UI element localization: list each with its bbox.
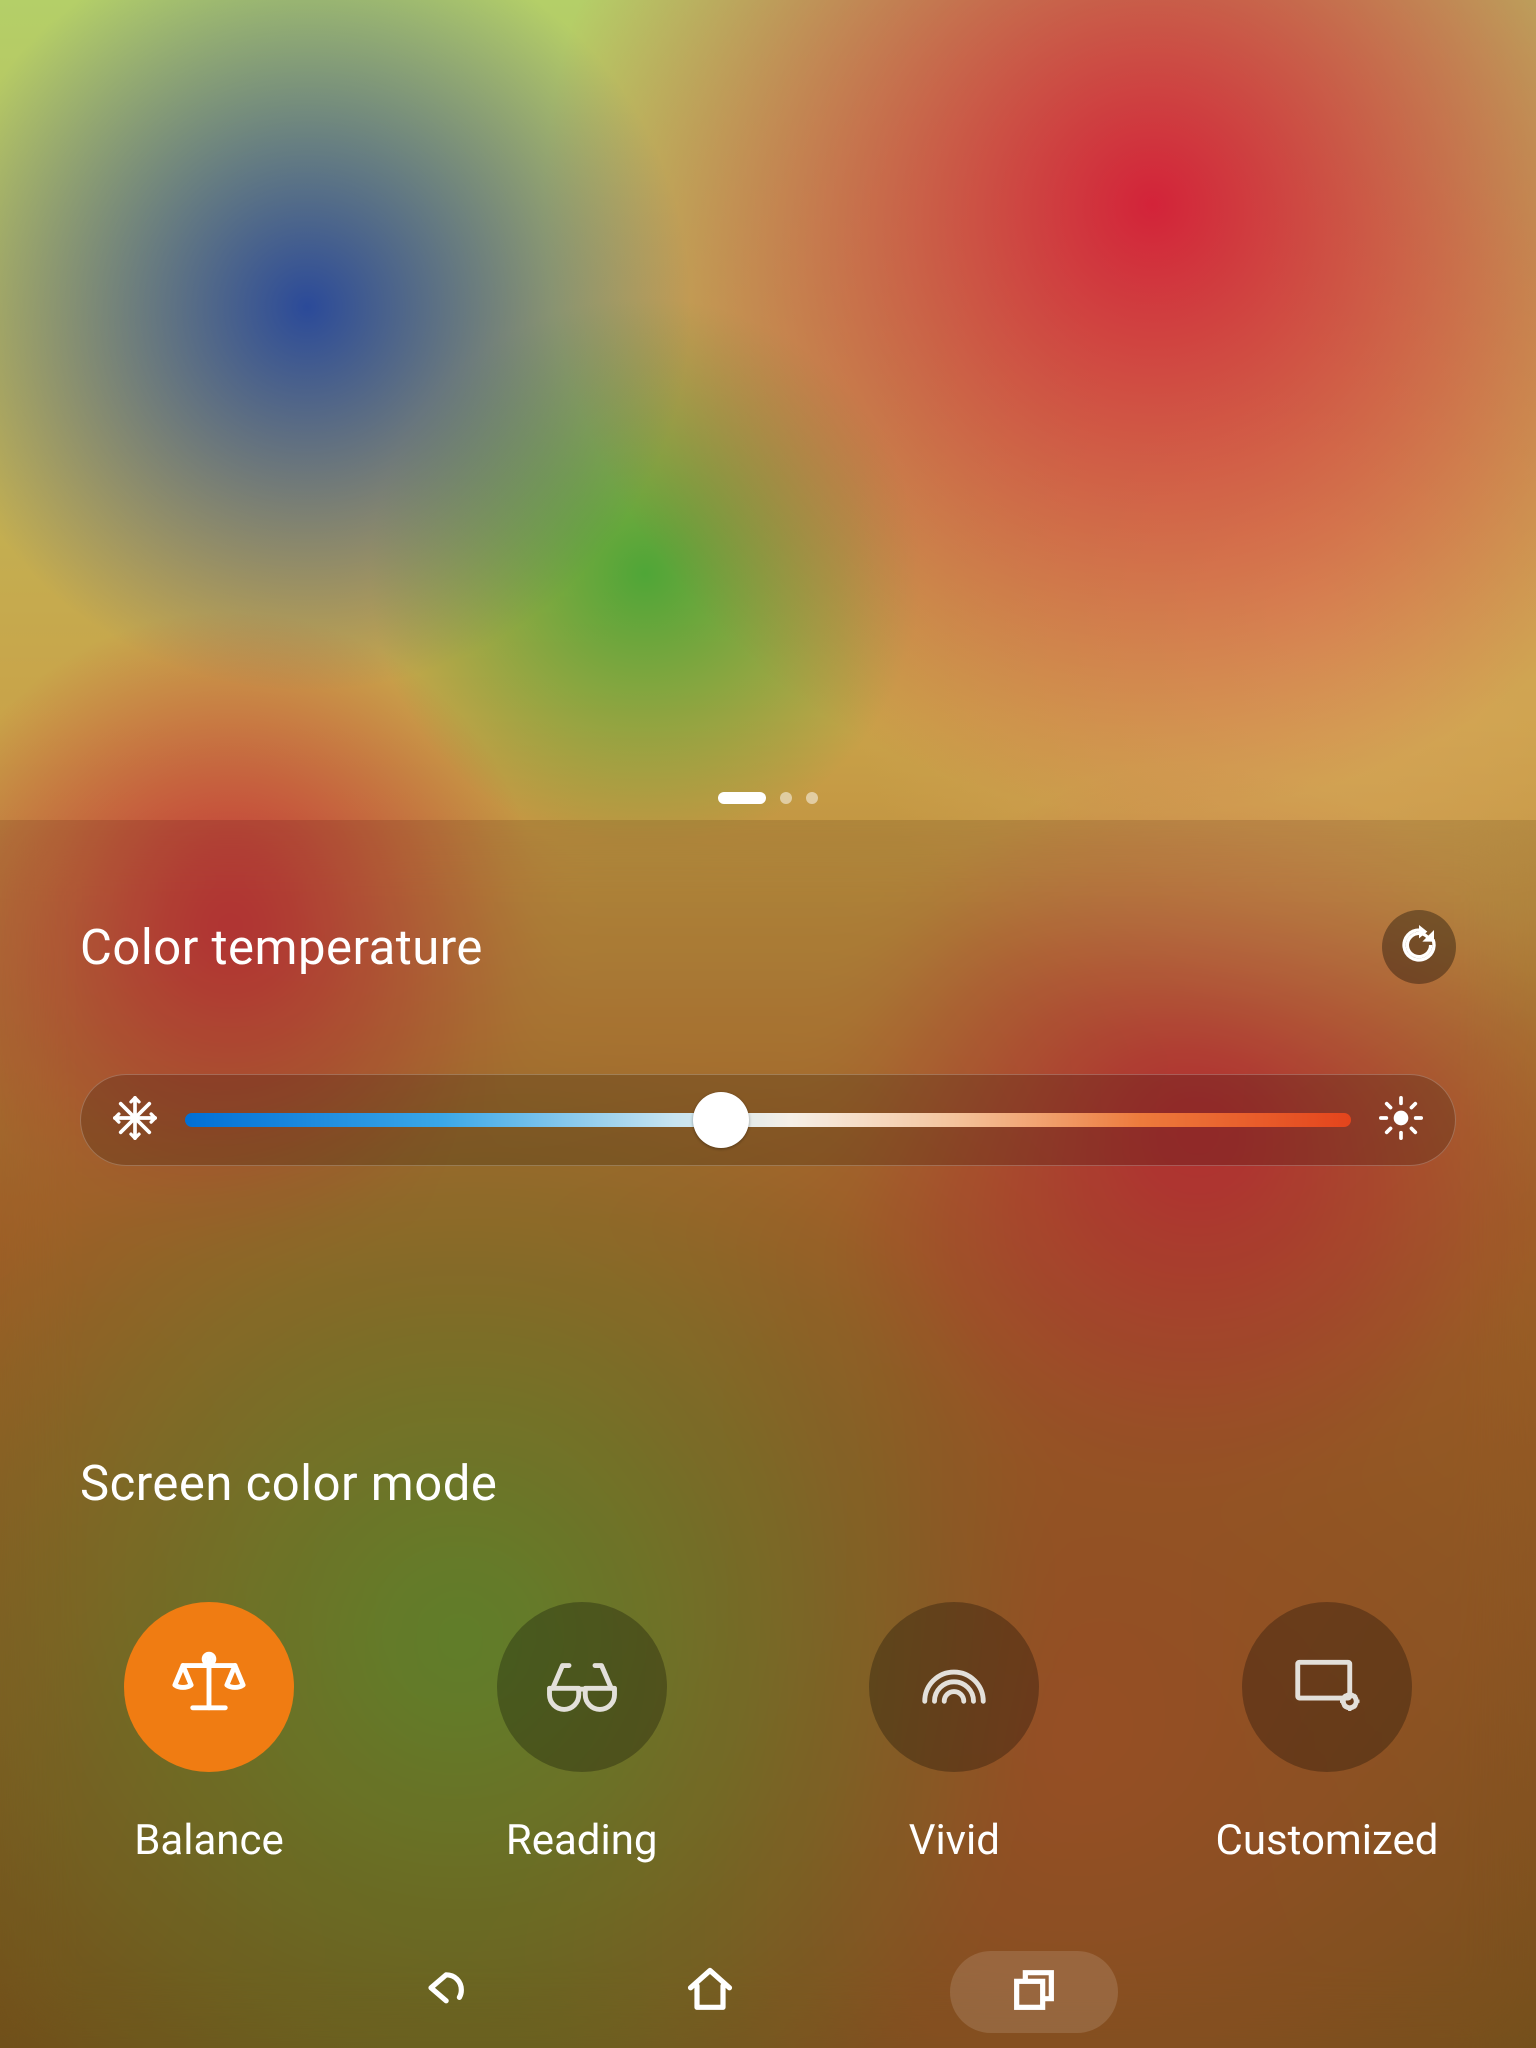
mode-label: Customized — [1215, 1816, 1438, 1865]
rainbow-icon — [915, 1646, 993, 1728]
slider-thumb[interactable] — [693, 1092, 749, 1148]
mode-label: Vivid — [909, 1816, 1000, 1865]
mode-option-customized[interactable]: Customized — [1198, 1602, 1456, 1865]
display-settings-icon — [1288, 1646, 1366, 1728]
mode-circle[interactable] — [869, 1602, 1039, 1772]
slider-track[interactable] — [185, 1113, 1351, 1127]
recent-apps-icon — [1008, 1964, 1060, 2020]
mode-circle[interactable] — [497, 1602, 667, 1772]
screen-color-mode-section: Screen color mode Balance — [0, 1455, 1536, 1865]
refresh-icon — [1399, 925, 1439, 969]
mode-option-balance[interactable]: Balance — [80, 1602, 338, 1865]
glasses-icon — [543, 1646, 621, 1728]
screen-color-mode-title: Screen color mode — [80, 1455, 1456, 1512]
snowflake-icon — [113, 1096, 157, 1144]
carousel-dot[interactable] — [718, 792, 766, 804]
mode-label: Balance — [134, 1816, 284, 1865]
mode-label: Reading — [506, 1816, 658, 1865]
sun-icon — [1379, 1096, 1423, 1144]
mode-option-reading[interactable]: Reading — [453, 1602, 711, 1865]
carousel-dot[interactable] — [780, 792, 792, 804]
system-navigation-bar — [0, 1936, 1536, 2048]
back-icon — [418, 1964, 470, 2020]
balance-scale-icon — [170, 1646, 248, 1728]
home-button[interactable] — [684, 1964, 736, 2020]
mode-circle[interactable] — [1242, 1602, 1412, 1772]
reset-button[interactable] — [1382, 910, 1456, 984]
color-temperature-section: Color temperature — [0, 910, 1536, 1166]
color-temperature-title: Color temperature — [80, 919, 483, 976]
back-button[interactable] — [418, 1964, 470, 2020]
mode-circle[interactable] — [124, 1602, 294, 1772]
home-icon — [684, 1964, 736, 2020]
color-temperature-slider[interactable] — [80, 1074, 1456, 1166]
recent-apps-button[interactable] — [950, 1951, 1118, 2033]
mode-option-vivid[interactable]: Vivid — [825, 1602, 1083, 1865]
preview-carousel-indicator[interactable] — [0, 792, 1536, 804]
carousel-dot[interactable] — [806, 792, 818, 804]
